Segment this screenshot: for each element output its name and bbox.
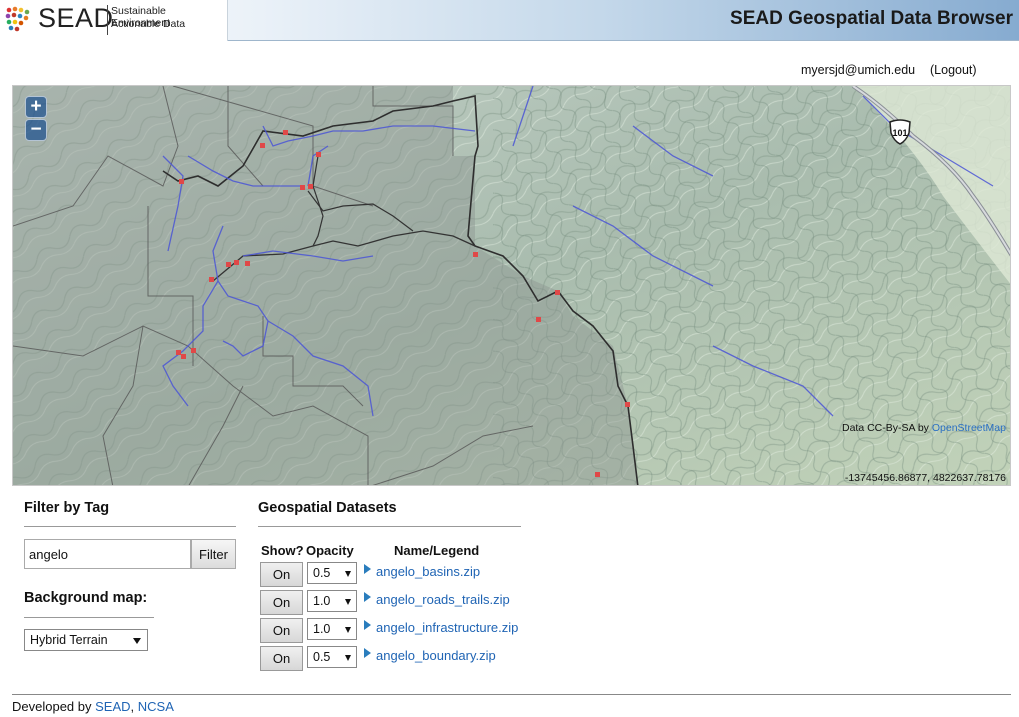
dataset-name-link[interactable]: angelo_roads_trails.zip [376, 592, 510, 607]
logout-link[interactable]: (Logout) [930, 63, 977, 77]
filter-divider [24, 526, 236, 527]
map-view[interactable]: 101 + − Data CC-By-SA by OpenStreetMap -… [12, 85, 1011, 486]
dataset-row: On 1.0 angelo_roads_trails.zip [260, 590, 560, 616]
logo-tagline-line-2: Actionable Data [111, 18, 186, 30]
column-header-opacity: Opacity [306, 543, 354, 558]
ncsa-link[interactable]: NCSA [138, 699, 174, 714]
dataset-row: On 0.5 angelo_basins.zip [260, 562, 560, 588]
highway-shield-icon: 101 [889, 119, 911, 145]
legend-expand-icon[interactable] [364, 648, 371, 658]
opacity-value: 1.0 [313, 594, 331, 608]
attribution-text: Data CC-By-SA by [841, 422, 932, 434]
app-title: SEAD Geospatial Data Browser [730, 8, 1013, 29]
zoom-out-button[interactable]: − [25, 119, 47, 141]
show-toggle-button[interactable]: On [260, 618, 303, 643]
footer: Developed by SEAD, NCSA [12, 699, 174, 714]
opacity-value: 1.0 [313, 622, 331, 636]
legend-expand-icon[interactable] [364, 592, 371, 602]
opacity-select[interactable]: 0.5 [307, 646, 357, 668]
footer-text: Developed by [12, 699, 96, 714]
datasets-heading: Geospatial Datasets [258, 500, 397, 516]
opacity-value: 0.5 [313, 566, 331, 580]
column-header-show: Show? [261, 543, 304, 558]
sead-link[interactable]: SEAD [95, 699, 130, 714]
chevron-down-icon [345, 599, 351, 605]
map-attribution: Data CC-By-SA by OpenStreetMap [842, 422, 1006, 434]
highway-shield-label: 101 [892, 128, 907, 138]
footer-divider [12, 694, 1011, 695]
map-coordinates: -13745456.86877, 4822637.78176 [844, 472, 1006, 484]
sead-logo[interactable]: SEAD Sustainable Environment Actionable … [0, 0, 228, 41]
background-map-heading: Background map: [24, 590, 148, 606]
background-map-divider [24, 617, 154, 618]
dataset-name-link[interactable]: angelo_infrastructure.zip [376, 620, 518, 635]
logo-wordmark: SEAD [38, 3, 114, 33]
opacity-select[interactable]: 1.0 [307, 618, 357, 640]
dataset-name-link[interactable]: angelo_boundary.zip [376, 648, 496, 663]
datasets-divider [258, 526, 521, 527]
dataset-row: On 1.0 angelo_infrastructure.zip [260, 618, 560, 644]
legend-expand-icon[interactable] [364, 564, 371, 574]
legend-expand-icon[interactable] [364, 620, 371, 630]
zoom-in-button[interactable]: + [25, 96, 47, 118]
logo-divider [107, 5, 108, 35]
opacity-select[interactable]: 0.5 [307, 562, 357, 584]
opacity-select[interactable]: 1.0 [307, 590, 357, 612]
filter-button[interactable]: Filter [191, 539, 236, 569]
background-map-select[interactable]: Hybrid Terrain [24, 629, 148, 651]
show-toggle-button[interactable]: On [260, 590, 303, 615]
openstreetmap-link[interactable]: OpenStreetMap [932, 422, 1006, 434]
logo-dots-icon [5, 6, 30, 32]
background-map-selected: Hybrid Terrain [30, 633, 108, 647]
app-header: SEAD Sustainable Environment Actionable … [0, 0, 1019, 41]
column-header-name: Name/Legend [394, 543, 480, 558]
dataset-name-link[interactable]: angelo_basins.zip [376, 564, 480, 579]
chevron-down-icon [345, 655, 351, 661]
chevron-down-icon [133, 638, 141, 644]
show-toggle-button[interactable]: On [260, 562, 303, 587]
chevron-down-icon [345, 571, 351, 577]
opacity-value: 0.5 [313, 650, 331, 664]
filter-heading: Filter by Tag [24, 500, 110, 516]
show-toggle-button[interactable]: On [260, 646, 303, 671]
footer-separator: , [130, 699, 138, 714]
dataset-row: On 0.5 angelo_boundary.zip [260, 646, 560, 672]
tag-filter-input[interactable] [24, 539, 191, 569]
chevron-down-icon [345, 627, 351, 633]
user-email: myersjd@umich.edu [801, 63, 916, 77]
